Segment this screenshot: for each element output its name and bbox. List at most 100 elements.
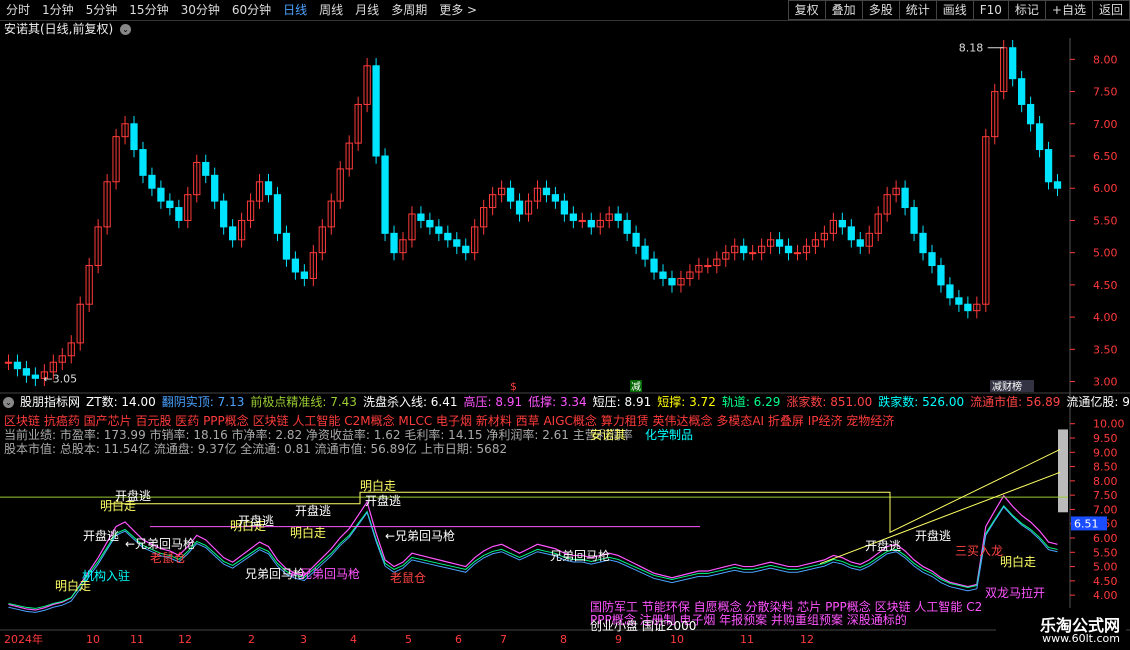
bottom-label: 创业小盘 国证2000 [590,619,697,633]
price-tick-label: 5.50 [1093,214,1118,227]
candle-body [148,174,156,189]
price-tick-label: 3.50 [1093,343,1118,356]
date-label: 4 [350,633,357,646]
candle-body [928,252,936,267]
price-tick-label: 3.00 [1093,376,1118,389]
kline-chart: 8.007.507.006.506.005.505.004.504.003.50… [0,38,1130,646]
share-line: 股本市值: 总股本: 11.54亿 流通盘: 9.37亿 全流通: 0.81 流… [4,442,508,456]
date-label: 5 [405,633,412,646]
candle-body [623,219,631,234]
signal-label: 老鼠仓 [390,571,426,585]
indicator-value-4: 洗盘杀入线: 6.41 [362,395,458,409]
price-tick-label: 5.00 [1093,247,1118,260]
candle-body [704,265,712,268]
date-label: 12 [800,633,814,646]
candle-body [291,258,300,273]
signal-label: ←兄弟回马枪 [125,536,195,551]
candle-body [838,219,846,228]
candle-body [31,374,40,379]
signal-label: 明白走 [360,478,396,493]
candle-body [614,213,622,221]
candle-body [220,200,228,228]
candle-body [166,200,174,209]
candle-body [542,187,551,196]
settings-icon[interactable]: ⌄ [3,397,14,408]
candle-body [1026,103,1035,125]
lower-tick-label: 9.00 [1093,446,1118,459]
current-value-label: 6.51 [1074,517,1099,530]
signal-label: 开盘逃 [115,488,151,503]
signal-label: 明白走 [290,525,326,540]
candle-body [946,284,954,299]
date-label: 2 [248,633,255,646]
indicator-value-5: 高压: 8.91 [463,395,523,409]
date-label: 8 [560,633,567,646]
price-tick-label: 7.00 [1093,118,1118,131]
signal-label: 开盘逃 [915,528,951,543]
indicator-value-2: 翻阴实顶: 7.13 [161,395,245,409]
low-marker: ←3.05 [43,372,77,385]
candle-body [515,200,524,215]
candle-body [1053,181,1062,189]
trend-line [819,471,1061,565]
candle-body [264,181,273,196]
indicator-row: ⌄ 股朋指标网 ZT数: 14.00 翻阴实顶: 7.13 前极点精准线: 7.43 洗盘… [0,394,1130,410]
candle-body [453,239,461,247]
candle-body [175,207,183,221]
lower-tick-label: 5.00 [1093,561,1118,574]
date-label: 10 [670,633,684,646]
candle-body [202,161,210,176]
date-label: 6 [455,633,462,646]
indicator-value-0: 股朋指标网 [20,395,81,409]
candle-body [211,174,219,202]
indicator-value-12: 流通市值: 56.89 [970,395,1061,409]
date-label: 10 [86,633,100,646]
date-label: 12 [178,633,192,646]
indicator-value-1: ZT数: 14.00 [86,395,156,409]
lower-tick-label: 8.50 [1093,461,1118,474]
signal-label: 开盘逃 [83,528,119,543]
lower-tick-label: 7.50 [1093,489,1118,502]
lower-tick-label: 10.00 [1093,418,1125,431]
candle-body [569,213,577,221]
signal-label: 明白走 [1000,554,1036,569]
candle-body [937,265,945,286]
date-label: 7 [500,633,507,646]
signal-label: ←兄弟回马枪 [385,528,455,543]
scroll-bar [1058,429,1068,513]
price-tick-label: 6.50 [1093,150,1118,163]
candle-body [668,277,676,286]
lower-tick-label: 5.50 [1093,546,1118,559]
signal-label: 开盘逃 [865,538,901,553]
candle-body [1044,149,1053,183]
date-label: 2024年 [4,632,43,646]
candle-body [282,232,291,260]
industry-tag: 化学制品 [645,428,694,442]
candle-body [1035,123,1044,151]
candle-body [847,226,855,241]
candle-body [435,226,443,234]
indicator-value-8: 短撑: 3.72 [657,395,716,409]
candle-body [139,149,147,176]
badge-marker: 减财榜 [992,380,1022,393]
candle-body [300,271,309,279]
lower-tick-label: 4.50 [1093,575,1118,588]
candle-body [856,239,864,247]
candle-body [4,361,13,364]
candle-body [22,368,31,376]
candle-body [390,232,398,254]
date-label: 3 [300,633,307,646]
indicator-value-3: 前极点精准线: 7.43 [250,395,357,409]
candle-body [157,187,165,202]
candle-body [130,123,138,151]
candle-body [910,207,918,234]
signal-label: ←兄弟回马枪 [290,566,360,581]
price-tick-label: 4.50 [1093,279,1118,292]
signal-label: 机构入驻 [82,568,130,583]
signal-label: 开盘逃 [295,503,331,518]
lower-tick-label: 7.00 [1093,503,1118,516]
lower-tick-label: 4.00 [1093,589,1118,602]
candle-body [749,252,757,255]
price-tick-label: 8.00 [1093,53,1118,66]
signal-label: 兄弟回马枪 [550,548,610,563]
